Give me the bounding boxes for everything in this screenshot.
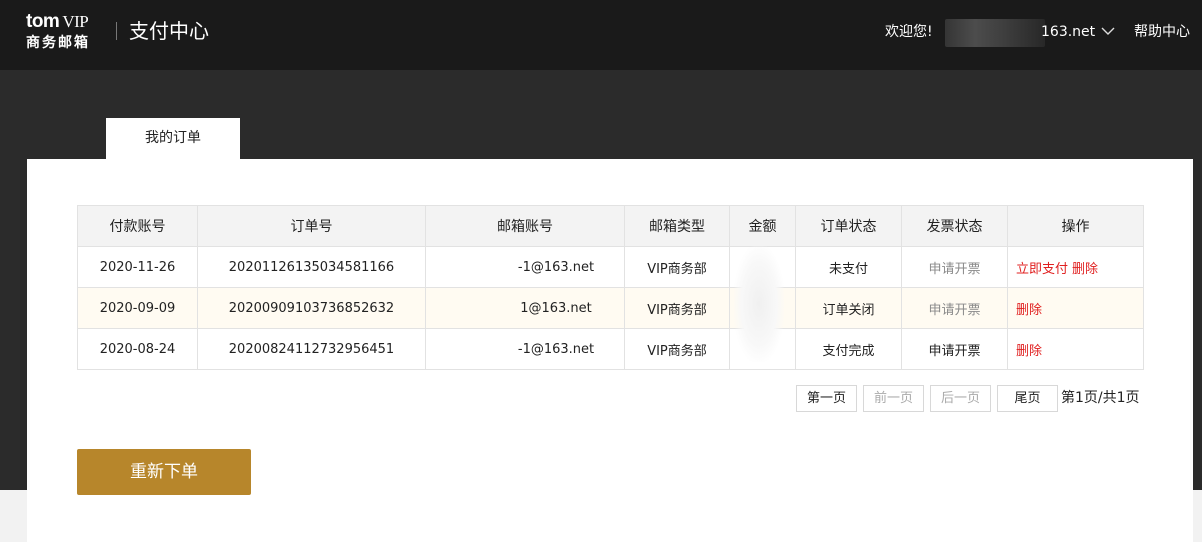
order-status-cell: 订单关闭	[795, 287, 902, 329]
table-row: 2020-11-26 20201126135034581166 -1@163.n…	[77, 246, 1144, 288]
last-page-button[interactable]: 尾页	[997, 385, 1058, 412]
pay-account-cell: 2020-08-24	[77, 328, 198, 370]
column-header: 金额	[729, 205, 796, 247]
email-cell: -1@163.net	[425, 246, 625, 288]
order-status-cell: 未支付	[795, 246, 902, 288]
actions-cell: 删除	[1007, 328, 1144, 370]
email-redaction	[456, 262, 518, 272]
column-header: 订单号	[197, 205, 426, 247]
table-row: 2020-08-24 20200824112732956451 -1@163.n…	[77, 328, 1144, 370]
page-info: 第1页/共1页	[1061, 390, 1140, 406]
site-title: 支付中心	[129, 19, 209, 43]
reorder-button[interactable]: 重新下单	[77, 449, 251, 495]
mailbox-type-cell: VIP商务部	[624, 246, 730, 288]
header-divider	[116, 22, 117, 40]
order-number-cell: 20201126135034581166	[197, 246, 426, 288]
email-redaction	[458, 303, 520, 313]
column-header: 邮箱类型	[624, 205, 730, 247]
pay-account-cell: 2020-11-26	[77, 246, 198, 288]
email-cell: 1@163.net	[425, 287, 625, 329]
mailbox-type-cell: VIP商务部	[624, 287, 730, 329]
pay-account-cell: 2020-09-09	[77, 287, 198, 329]
delete-link[interactable]: 删除	[1016, 344, 1042, 359]
order-number-cell: 20200824112732956451	[197, 328, 426, 370]
column-header: 操作	[1007, 205, 1144, 247]
welcome-text: 欢迎您!	[885, 24, 933, 40]
tab-my-orders[interactable]: 我的订单	[106, 118, 240, 159]
logo-subtitle: 商务邮箱	[26, 35, 90, 51]
account-menu[interactable]: 163.net	[1041, 23, 1095, 41]
invoice-status-cell[interactable]: 申请开票	[901, 246, 1008, 288]
order-status-cell: 支付完成	[795, 328, 902, 370]
amount-redaction	[734, 246, 784, 362]
orders-panel: 付款账号 订单号 邮箱账号 邮箱类型 金额 订单状态 发票状态 操作 2020-…	[27, 159, 1193, 542]
actions-cell: 删除	[1007, 287, 1144, 329]
help-center-link[interactable]: 帮助中心	[1134, 23, 1190, 41]
delete-link[interactable]: 删除	[1016, 303, 1042, 318]
next-page-button[interactable]: 后一页	[930, 385, 991, 412]
chevron-down-icon[interactable]	[1101, 26, 1115, 36]
logo-wordmark: tom VIP	[26, 11, 89, 32]
column-header: 发票状态	[901, 205, 1008, 247]
column-header: 订单状态	[795, 205, 902, 247]
pay-now-link[interactable]: 立即支付	[1016, 262, 1068, 277]
first-page-button[interactable]: 第一页	[796, 385, 857, 412]
invoice-status-cell[interactable]: 申请开票	[901, 328, 1008, 370]
invoice-status-cell[interactable]: 申请开票	[901, 287, 1008, 329]
column-header: 邮箱账号	[425, 205, 625, 247]
account-redaction	[945, 19, 1045, 47]
email-cell: -1@163.net	[425, 328, 625, 370]
top-bar: tom VIP 商务邮箱 支付中心 欢迎您! 163.net 帮助中心	[0, 0, 1202, 70]
table-row: 2020-09-09 20200909103736852632 1@163.ne…	[77, 287, 1144, 329]
tom-vip-logo[interactable]: tom VIP 商务邮箱	[26, 12, 106, 54]
table-header-row: 付款账号 订单号 邮箱账号 邮箱类型 金额 订单状态 发票状态 操作	[77, 205, 1144, 247]
actions-cell: 立即支付 删除	[1007, 246, 1144, 288]
orders-table: 付款账号 订单号 邮箱账号 邮箱类型 金额 订单状态 发票状态 操作 2020-…	[77, 205, 1144, 370]
order-number-cell: 20200909103736852632	[197, 287, 426, 329]
mailbox-type-cell: VIP商务部	[624, 328, 730, 370]
email-redaction	[456, 344, 518, 354]
delete-link[interactable]: 删除	[1072, 262, 1098, 277]
column-header: 付款账号	[77, 205, 198, 247]
prev-page-button[interactable]: 前一页	[863, 385, 924, 412]
